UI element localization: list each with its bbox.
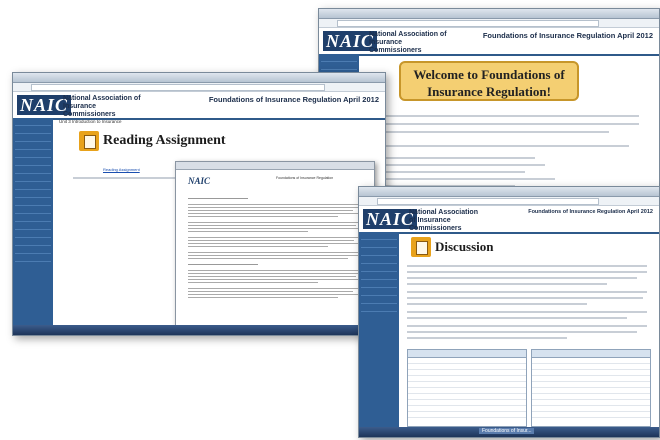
sidebar-item[interactable] <box>15 232 51 238</box>
sidebar-item[interactable] <box>321 64 357 70</box>
sidebar-item[interactable] <box>15 144 51 150</box>
book-icon <box>79 131 99 151</box>
course-title: Foundations of Insurance Regulation Apri… <box>528 209 653 215</box>
sidebar-item[interactable] <box>15 256 51 262</box>
sidebar-item[interactable] <box>15 168 51 174</box>
window-titlebar[interactable] <box>13 73 385 83</box>
sidebar-item[interactable] <box>361 258 397 264</box>
org-name: National Association of Insurance Commis… <box>409 209 478 232</box>
window-discussion: NAIC National Association of Insurance C… <box>358 186 660 438</box>
sidebar-item[interactable] <box>15 152 51 158</box>
taskbar <box>13 325 385 335</box>
sidebar-item[interactable] <box>361 298 397 304</box>
sidebar-item[interactable] <box>15 248 51 254</box>
sidebar-item[interactable] <box>361 242 397 248</box>
sidebar-item[interactable] <box>15 192 51 198</box>
sidebar-item[interactable] <box>15 136 51 142</box>
course-title: Foundations of Insurance Regulation Apri… <box>482 31 653 40</box>
site-header: NAIC National Association of Insurance C… <box>319 28 659 56</box>
org-name: National Association of Insurance Commis… <box>369 31 447 54</box>
sidebar-item[interactable] <box>361 250 397 256</box>
sidebar-item[interactable] <box>361 290 397 296</box>
sidebar-item[interactable] <box>321 56 357 62</box>
sidebar-item[interactable] <box>15 208 51 214</box>
discussion-icon <box>411 237 431 257</box>
site-header: NAIC National Association of Insurance C… <box>359 206 659 234</box>
address-bar[interactable] <box>13 83 385 92</box>
sidebar-nav <box>359 232 399 427</box>
discussion-table-left[interactable] <box>407 349 527 427</box>
discussion-table-right[interactable] <box>531 349 651 427</box>
sidebar-item[interactable] <box>15 176 51 182</box>
sidebar-item[interactable] <box>361 266 397 272</box>
document-title: Foundations of Insurance Regulation <box>276 176 334 180</box>
module-title: Unit 3 Introduction to Insurance <box>59 119 122 124</box>
sidebar-item[interactable] <box>15 216 51 222</box>
taskbar-tab[interactable]: Foundations of Insur... <box>479 428 535 434</box>
sidebar-item[interactable] <box>361 274 397 280</box>
welcome-banner: Welcome to Foundations of Insurance Regu… <box>399 61 579 101</box>
taskbar: Foundations of Insur... <box>359 427 659 437</box>
sidebar-item[interactable] <box>361 282 397 288</box>
reading-heading: Reading Assignment <box>103 133 226 148</box>
sidebar-item[interactable] <box>15 200 51 206</box>
sidebar-item[interactable] <box>15 128 51 134</box>
address-bar[interactable] <box>359 197 659 206</box>
sidebar-nav <box>13 118 53 325</box>
window-titlebar[interactable] <box>319 9 659 19</box>
sidebar-item[interactable] <box>15 120 51 126</box>
sidebar-item[interactable] <box>15 240 51 246</box>
address-bar[interactable] <box>319 19 659 28</box>
org-name: National Association of Insurance Commis… <box>63 95 141 118</box>
site-header: NAIC National Association of Insurance C… <box>13 92 385 120</box>
document-logo: NAIC <box>188 176 211 186</box>
sidebar-item[interactable] <box>361 234 397 240</box>
course-title: Foundations of Insurance Regulation Apri… <box>208 95 379 104</box>
sidebar-item[interactable] <box>15 160 51 166</box>
window-reading: NAIC National Association of Insurance C… <box>12 72 386 336</box>
sidebar-item[interactable] <box>15 224 51 230</box>
welcome-text: Welcome to Foundations of Insurance Regu… <box>413 67 565 99</box>
reading-link[interactable]: Reading Assignment <box>103 167 140 172</box>
sidebar-item[interactable] <box>361 306 397 312</box>
window-titlebar[interactable] <box>359 187 659 197</box>
discussion-heading: Discussion <box>435 239 494 254</box>
document-viewer[interactable]: NAIC Foundations of Insurance Regulation <box>175 161 375 329</box>
sidebar-item[interactable] <box>15 184 51 190</box>
